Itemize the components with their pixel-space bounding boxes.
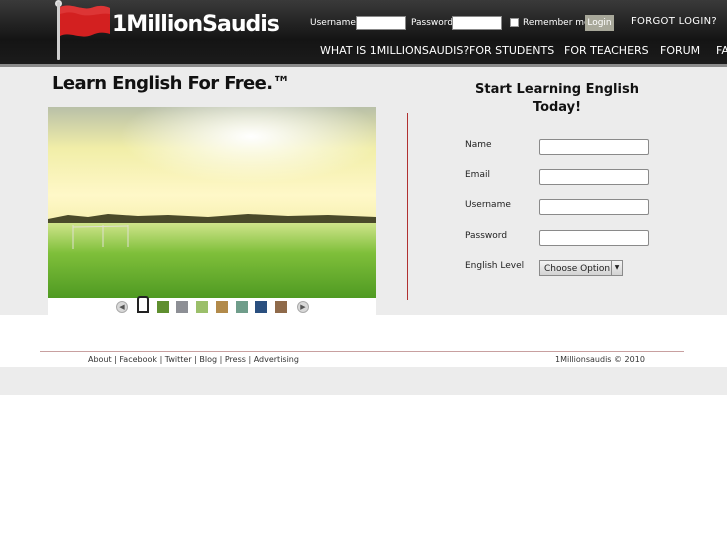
- header-password-input[interactable]: [452, 16, 502, 30]
- thumbnail[interactable]: [196, 301, 208, 313]
- thumbnail[interactable]: [275, 301, 287, 313]
- signup-title-line2: Today!: [532, 100, 582, 115]
- email-label: Email: [465, 170, 490, 180]
- header-username-input[interactable]: [356, 16, 406, 30]
- thumbnail[interactable]: [157, 301, 169, 313]
- main-content: Learn English For Free.™ ◀ ▶ Start Learn…: [0, 67, 727, 315]
- password-field-label: Password: [465, 231, 508, 241]
- slideshow-thumbnails: ◀ ▶: [48, 296, 376, 315]
- thumbnail-active[interactable]: [137, 296, 149, 313]
- footer-band: [0, 367, 727, 395]
- signup-title-line1: Start Learning English: [475, 82, 639, 97]
- english-level-value: Choose Option: [544, 264, 611, 274]
- footer-links[interactable]: About | Facebook | Twitter | Blog | Pres…: [88, 355, 299, 364]
- chevron-down-icon: ▼: [611, 261, 622, 275]
- thumbnail[interactable]: [176, 301, 188, 313]
- remember-checkbox[interactable]: [510, 18, 519, 27]
- nav-item-forum[interactable]: FORUM: [660, 44, 700, 57]
- name-input[interactable]: [539, 139, 649, 155]
- signup-title: Start Learning English Today!: [466, 81, 648, 117]
- password-input[interactable]: [539, 230, 649, 246]
- thumbnail[interactable]: [236, 301, 248, 313]
- login-button[interactable]: Login: [585, 15, 614, 31]
- nav-item-teachers[interactable]: FOR TEACHERS: [564, 44, 649, 57]
- vertical-divider: [407, 113, 408, 300]
- hero-image: [48, 107, 376, 298]
- thumbnail[interactable]: [216, 301, 228, 313]
- username-field-label: Username: [465, 200, 511, 210]
- prev-slide-icon[interactable]: ◀: [116, 301, 128, 313]
- english-level-label: English Level: [465, 261, 525, 271]
- page-headline: Learn English For Free.™: [52, 73, 290, 94]
- email-input[interactable]: [539, 169, 649, 185]
- password-label: Password: [411, 18, 454, 28]
- next-slide-icon[interactable]: ▶: [297, 301, 309, 313]
- name-label: Name: [465, 140, 492, 150]
- nav-item-what-is[interactable]: WHAT IS 1MILLIONSAUDIS?: [320, 44, 469, 57]
- english-level-select[interactable]: Choose Option ▼: [539, 260, 623, 276]
- footer-copyright: 1Millionsaudis © 2010: [555, 355, 645, 364]
- username-label: Username: [310, 18, 356, 28]
- forgot-login-link[interactable]: FORGOT LOGIN?: [631, 16, 717, 27]
- thumbnail[interactable]: [255, 301, 267, 313]
- flag-icon: [60, 5, 110, 37]
- remember-label: Remember me: [523, 18, 590, 28]
- footer-separator: [40, 351, 684, 352]
- nav-item-fa[interactable]: FA: [716, 44, 727, 57]
- site-logo[interactable]: 1MillionSaudis: [52, 0, 280, 62]
- username-input[interactable]: [539, 199, 649, 215]
- logo-text: 1MillionSaudis: [112, 12, 280, 37]
- nav-item-students[interactable]: FOR STUDENTS: [469, 44, 554, 57]
